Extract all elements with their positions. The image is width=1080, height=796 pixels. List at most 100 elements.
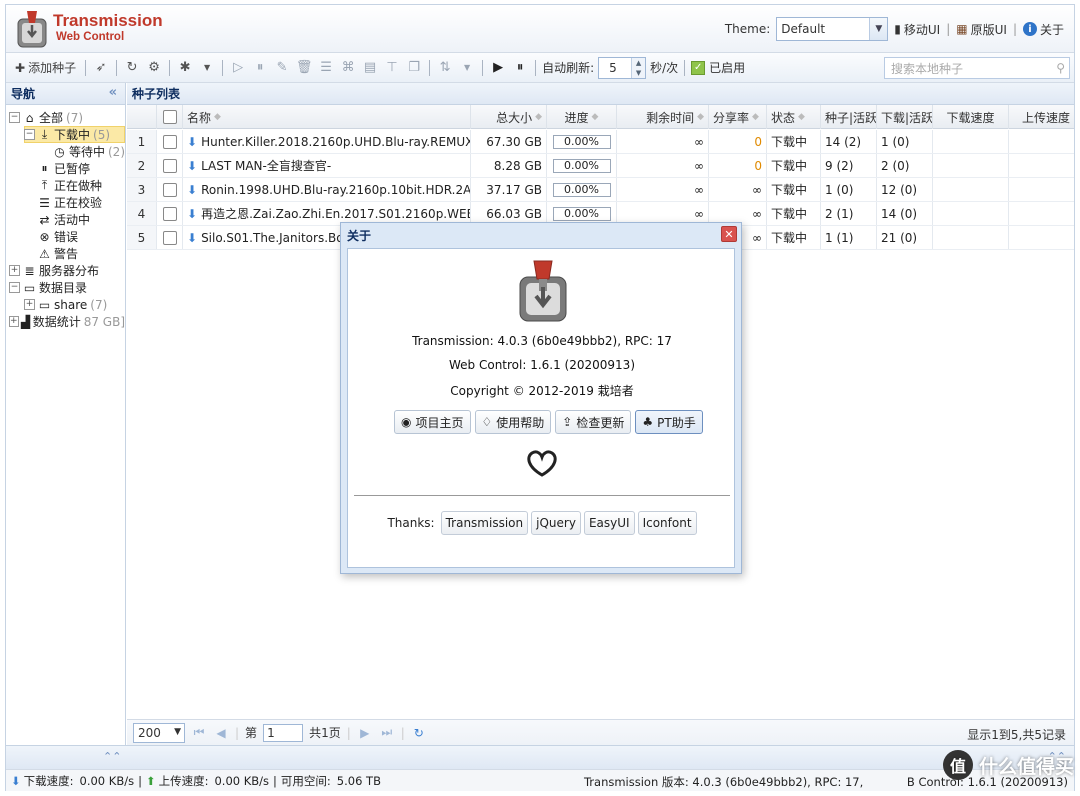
sidebar-item-folders[interactable]: − ▭ 数据目录	[6, 279, 125, 296]
pt-helper-button[interactable]: ♣ PT助手	[635, 410, 703, 434]
chevron-down-icon[interactable]: ▼	[458, 59, 476, 77]
name-cell[interactable]: ⬇ Ronin.1998.UHD.Blu-ray.2160p.10bit.HDR.…	[183, 178, 471, 201]
row-checkbox[interactable]	[162, 206, 177, 221]
sort-icon[interactable]: ⇅	[436, 59, 454, 77]
refresh-icon[interactable]: ↻	[411, 726, 427, 740]
ratio-cell: 0	[709, 130, 767, 153]
project-home-button[interactable]: ◉ 项目主页	[394, 410, 471, 434]
sidebar-item-count: (5)	[93, 127, 111, 142]
row-number-cell: 3	[127, 178, 157, 201]
mobile-ui-link[interactable]: ▮ 移动UI	[894, 21, 940, 38]
reannounce-icon[interactable]: ⌘	[339, 59, 357, 77]
column-remaining[interactable]: 剩余时间 ◆	[617, 105, 709, 129]
table-row[interactable]: 3 ⬇ Ronin.1998.UHD.Blu-ray.2160p.10bit.HDR…	[127, 178, 1074, 202]
sidebar-item-all[interactable]: − ⌂ 全部 (7)	[6, 109, 125, 126]
thanks-easyui-button[interactable]: EasyUI	[583, 511, 635, 535]
check-update-button[interactable]: ⇪ 检查更新	[555, 410, 632, 434]
collapse-icon[interactable]: −	[9, 112, 20, 123]
about-link[interactable]: i 关于	[1022, 21, 1064, 38]
sidebar-item-active[interactable]: ⇄ 活动中	[6, 211, 125, 228]
name-cell[interactable]: ⬇ LAST MAN-全盲搜查官-	[183, 154, 471, 177]
sidebar-item-warning[interactable]: ⚠ 警告	[6, 245, 125, 262]
column-ratio[interactable]: 分享率 ◆	[709, 105, 767, 129]
help-button[interactable]: ♢ 使用帮助	[474, 410, 552, 434]
row-checkbox[interactable]	[162, 230, 177, 245]
column-peers[interactable]: 下载|活跃	[877, 105, 933, 129]
close-icon[interactable]: ✕	[721, 226, 737, 242]
expand-icon[interactable]: +	[24, 299, 35, 310]
plugin-icon[interactable]: ✱	[176, 59, 194, 77]
table-row[interactable]: 1 ⬇ Hunter.Killer.2018.2160p.UHD.Blu-ray.R…	[127, 130, 1074, 154]
page-size-select[interactable]: 200 ▼	[133, 722, 185, 743]
gear-icon[interactable]: ⚙	[145, 59, 163, 77]
table-row[interactable]: 2 ⬇ LAST MAN-全盲搜查官- 8.28 GB 0.00% ∞ 0 下载中 9 (2) 2…	[127, 154, 1074, 178]
thanks-jquery-button[interactable]: jQuery	[531, 511, 581, 535]
sidebar-item-waiting[interactable]: ◷ 等待中 (2)	[6, 143, 125, 160]
page-number-input[interactable]: 1	[263, 723, 304, 742]
download-arrow-icon: ⬇	[187, 206, 198, 221]
auto-refresh-checkbox[interactable]: ✓	[691, 60, 706, 75]
chevron-down-icon[interactable]: ▼	[198, 59, 216, 77]
select-all-checkbox[interactable]	[162, 110, 177, 124]
column-progress[interactable]: 进度 ◆	[547, 105, 617, 129]
sidebar-item-downloading[interactable]: − ⤓ 下载中 (5)	[6, 126, 125, 143]
row-checkbox[interactable]	[162, 158, 177, 173]
rocket-icon[interactable]: ➶	[92, 59, 110, 77]
expand-icon[interactable]: +	[9, 265, 20, 276]
auto-refresh-spinner[interactable]: 5 ▲ ▼	[598, 56, 647, 79]
thanks-iconfont-button[interactable]: Iconfont	[637, 511, 697, 535]
expand-up-icon[interactable]: ⌃⌃	[103, 750, 121, 763]
sidebar-item-servers[interactable]: + ≣ 服务器分布	[6, 262, 125, 279]
column-seeds[interactable]: 种子|活跃	[821, 105, 877, 129]
column-download-speed[interactable]: 下载速度	[933, 105, 1009, 129]
sidebar-item-statistics[interactable]: + ▟ 数据统计 87 GB]	[6, 313, 125, 330]
first-page-icon[interactable]: ⏮	[191, 725, 207, 740]
copy-icon[interactable]: ❐	[405, 59, 423, 77]
sort-icon: ◆	[798, 112, 805, 122]
name-cell[interactable]: ⬇ Hunter.Killer.2018.2160p.UHD.Blu-ray.RE…	[183, 130, 471, 153]
progress-cell: 0.00%	[547, 130, 617, 153]
search-input[interactable]: 搜索本地种子 ⚲	[884, 57, 1070, 79]
enabled-label: 已启用	[709, 61, 746, 75]
last-page-icon[interactable]: ⏭	[379, 725, 395, 740]
row-checkbox[interactable]	[162, 134, 177, 149]
verify-icon[interactable]: ☰	[317, 59, 335, 77]
sidebar-item-error[interactable]: ⊗ 错误	[6, 228, 125, 245]
search-placeholder: 搜索本地种子	[891, 61, 964, 76]
sidebar-item-seeding[interactable]: ⤒ 正在做种	[6, 177, 125, 194]
row-checkbox[interactable]	[162, 182, 177, 197]
chevron-down-icon: ▼	[869, 18, 888, 40]
collapse-left-icon[interactable]: «	[109, 85, 117, 100]
thanks-transmission-button[interactable]: Transmission	[440, 511, 529, 535]
prev-page-icon[interactable]: ◀	[213, 726, 229, 740]
start-all-icon[interactable]: ▶	[489, 59, 507, 77]
theme-select[interactable]: Default ▼	[776, 17, 889, 41]
spinner-arrows-icon[interactable]: ▲ ▼	[631, 57, 646, 78]
start-icon[interactable]: ▷	[229, 59, 247, 77]
divider: |	[946, 22, 951, 36]
trash-icon[interactable]: 🗑	[295, 59, 313, 77]
add-torrent-button[interactable]: ✚ 添加种子	[12, 57, 79, 79]
refresh-icon[interactable]: ↻	[123, 59, 141, 77]
column-name[interactable]: 名称 ◆	[183, 105, 471, 129]
sidebar-item-paused[interactable]: ⏸ 已暂停	[6, 160, 125, 177]
table-header: 名称 ◆ 总大小 ◆ 进度 ◆ 剩余时间 ◆ 分享率 ◆ 状态 ◆ 种子|活跃 下载|活跃	[127, 105, 1074, 129]
column-size[interactable]: 总大小 ◆	[471, 105, 547, 129]
row-checkbox-cell	[157, 202, 183, 225]
expand-icon[interactable]: +	[9, 316, 19, 327]
next-page-icon[interactable]: ▶	[357, 726, 373, 740]
download-speed-value: 0.00 KB/s	[79, 773, 135, 788]
folder-move-icon[interactable]: ▤	[361, 59, 379, 77]
column-upload-speed[interactable]: 上传速度	[1009, 105, 1074, 129]
sidebar-item-share[interactable]: + ▭ share (7)	[6, 296, 125, 313]
original-ui-link[interactable]: ▦ 原版UI	[956, 21, 1007, 38]
edit-icon[interactable]: ✎	[273, 59, 291, 77]
collapse-icon[interactable]: −	[24, 129, 35, 140]
queue-top-icon[interactable]: ⊤	[383, 59, 401, 77]
collapse-icon[interactable]: −	[9, 282, 20, 293]
column-status[interactable]: 状态 ◆	[767, 105, 821, 129]
pause-all-icon[interactable]: ⏸	[511, 59, 529, 77]
search-icon[interactable]: ⚲	[1056, 61, 1065, 75]
pause-icon[interactable]: ⏸	[251, 59, 269, 77]
sidebar-item-checking[interactable]: ☰ 正在校验	[6, 194, 125, 211]
